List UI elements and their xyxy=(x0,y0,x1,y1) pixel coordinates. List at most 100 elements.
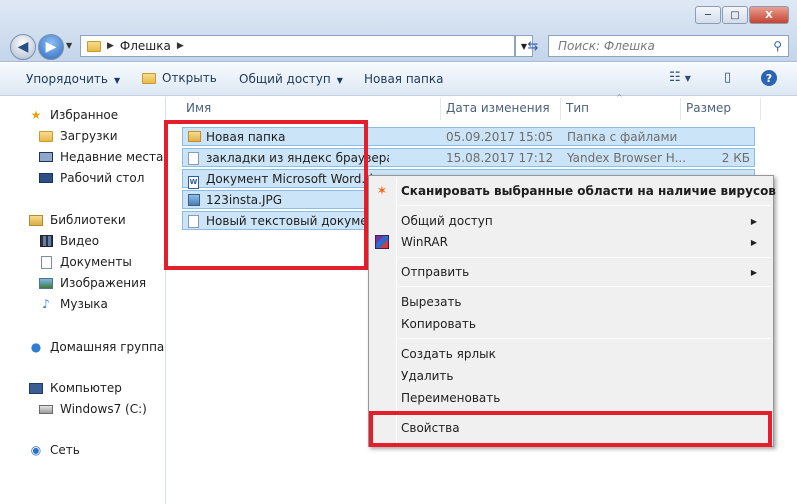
sidebar-item-recent[interactable]: Недавние места xyxy=(38,150,163,164)
sidebar-item-label: Компьютер xyxy=(50,381,122,395)
column-header-name[interactable]: Имя xyxy=(186,98,211,118)
column-header-date[interactable]: Дата изменения xyxy=(446,98,550,118)
search-input[interactable]: Поиск: Флешка ⚲ xyxy=(548,35,789,57)
file-size: 2 КБ xyxy=(721,150,750,165)
file-type: Yandex Browser H... xyxy=(567,150,687,165)
network-icon: ◉ xyxy=(30,443,42,457)
sidebar-item-drive-c[interactable]: Windows7 (C:) xyxy=(38,402,147,416)
menu-separator xyxy=(399,257,770,258)
menu-item-cut[interactable]: Вырезать xyxy=(401,292,462,312)
sidebar-item-network[interactable]: ◉ Сеть xyxy=(28,443,80,457)
column-divider[interactable] xyxy=(440,98,441,120)
column-header-type[interactable]: Тип xyxy=(566,98,589,118)
file-date: 05.09.2017 15:05 xyxy=(446,129,554,144)
sidebar-item-documents[interactable]: Документы xyxy=(38,255,132,269)
file-type: Папка с файлами xyxy=(567,129,678,144)
sidebar-item-images[interactable]: Изображения xyxy=(38,276,146,290)
help-button[interactable]: ? xyxy=(761,70,777,86)
menu-item-scan[interactable]: Сканировать выбранные области на наличие… xyxy=(401,181,776,201)
music-icon: ♪ xyxy=(42,297,50,311)
column-header-label: Тип xyxy=(566,101,589,115)
menu-item-rename[interactable]: Переименовать xyxy=(401,388,500,408)
breadcrumb-separator-icon[interactable]: ▶ xyxy=(107,41,114,51)
sidebar-item-video[interactable]: Видео xyxy=(38,234,99,248)
menu-item-delete[interactable]: Удалить xyxy=(401,366,454,386)
column-divider[interactable] xyxy=(560,98,561,120)
search-icon: ⚲ xyxy=(773,39,782,53)
sidebar-item-label: Windows7 (C:) xyxy=(60,402,147,416)
menu-separator xyxy=(399,205,770,206)
column-divider[interactable] xyxy=(680,98,681,120)
menu-item-copy[interactable]: Копировать xyxy=(401,314,476,334)
sidebar-item-favorites[interactable]: ★ Избранное xyxy=(28,108,119,122)
column-divider[interactable] xyxy=(760,98,761,120)
maximize-button[interactable]: □ xyxy=(722,6,748,24)
new-folder-button[interactable]: Новая папка xyxy=(364,72,443,86)
menu-item-label: Общий доступ xyxy=(401,214,493,228)
recent-pages-dropdown[interactable]: ▼ xyxy=(66,41,72,50)
open-label: Открыть xyxy=(162,71,217,85)
sidebar-item-downloads[interactable]: Загрузки xyxy=(38,129,118,143)
share-button[interactable]: Общий доступ ▼ xyxy=(239,72,343,86)
sidebar-item-label: Домашняя группа xyxy=(50,340,165,354)
menu-item-label: Создать ярлык xyxy=(401,347,496,361)
sidebar-item-music[interactable]: ♪ Музыка xyxy=(38,297,108,311)
sidebar-item-label: Документы xyxy=(60,255,132,269)
forward-button[interactable]: ▶ xyxy=(38,34,64,60)
column-header-label: Дата изменения xyxy=(446,101,550,115)
open-folder-icon xyxy=(142,72,156,84)
homegroup-icon: ● xyxy=(30,340,42,354)
sidebar-item-label: Видео xyxy=(60,234,100,248)
sidebar-item-label: Избранное xyxy=(50,108,119,122)
menu-item-label: Отправить xyxy=(401,265,470,279)
menu-item-create-shortcut[interactable]: Создать ярлык xyxy=(401,344,496,364)
menu-item-winrar[interactable]: WinRAR xyxy=(401,232,448,252)
search-placeholder: Поиск: Флешка xyxy=(558,39,655,53)
menu-item-label: Вырезать xyxy=(401,295,462,309)
selection-highlight-box xyxy=(164,120,368,270)
sidebar-item-label: Библиотеки xyxy=(50,213,126,227)
breadcrumb-separator-icon[interactable]: ▶ xyxy=(177,41,184,51)
preview-pane-button[interactable]: ▯ xyxy=(724,70,731,85)
menu-item-send-to[interactable]: Отправить xyxy=(401,262,469,282)
submenu-arrow-icon: ▶ xyxy=(750,238,757,247)
arrow-left-icon: ◀ xyxy=(17,39,29,55)
desktop-icon xyxy=(38,171,54,185)
sidebar-item-label: Сеть xyxy=(50,443,80,457)
sidebar-item-computer[interactable]: Компьютер xyxy=(28,381,122,395)
recent-places-icon xyxy=(38,150,54,164)
back-button[interactable]: ◀ xyxy=(10,34,36,60)
close-button[interactable]: X xyxy=(749,6,789,24)
window-controls: ─ □ X xyxy=(694,6,789,24)
sidebar-item-libraries[interactable]: Библиотеки xyxy=(28,213,126,227)
sidebar-item-label: Музыка xyxy=(60,297,108,311)
column-header-size[interactable]: Размер xyxy=(686,98,731,118)
computer-icon xyxy=(28,381,44,395)
minimize-button[interactable]: ─ xyxy=(695,6,721,24)
new-folder-label: Новая папка xyxy=(364,72,444,86)
refresh-button[interactable]: ⇆ xyxy=(520,35,546,57)
chevron-down-icon: ▼ xyxy=(113,76,121,85)
menu-item-share[interactable]: Общий доступ xyxy=(401,211,763,231)
chevron-down-icon: ▼ xyxy=(336,76,343,85)
organize-button[interactable]: Упорядочить ▼ xyxy=(26,72,120,86)
sidebar-item-homegroup[interactable]: ● Домашняя группа xyxy=(28,340,165,354)
view-list-icon: ☷ xyxy=(669,70,681,85)
breadcrumb-item-flash[interactable]: Флешка xyxy=(120,39,171,53)
view-options-button[interactable]: ☷ ▼ xyxy=(669,70,691,85)
context-menu: ✶ Сканировать выбранные области на налич… xyxy=(368,175,776,447)
open-button[interactable]: Открыть xyxy=(142,71,217,85)
refresh-icon: ⇆ xyxy=(527,38,539,54)
arrow-right-icon: ▶ xyxy=(45,39,57,55)
menu-item-label: WinRAR xyxy=(401,235,448,249)
sidebar-item-label: Рабочий стол xyxy=(60,171,145,185)
video-icon xyxy=(38,234,54,248)
preview-pane-icon: ▯ xyxy=(724,70,732,85)
menu-item-label: Переименовать xyxy=(401,391,501,405)
menu-separator xyxy=(399,286,770,287)
folder-icon xyxy=(87,40,101,52)
address-bar[interactable]: ▶ Флешка ▶ xyxy=(80,35,515,57)
sidebar-item-label: Недавние места xyxy=(60,150,164,164)
sidebar-item-desktop[interactable]: Рабочий стол xyxy=(38,171,144,185)
menu-separator xyxy=(399,338,770,339)
